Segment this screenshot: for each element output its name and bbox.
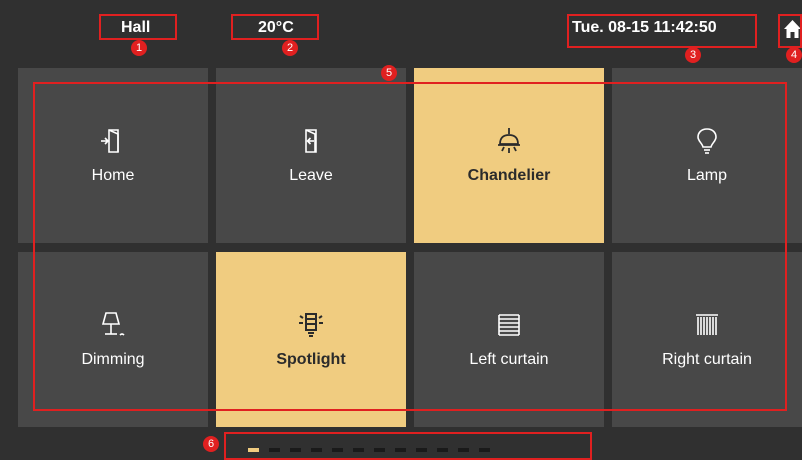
tile-label: Spotlight [276, 350, 346, 368]
annotation-number-3: 3 [685, 47, 701, 63]
tile-label: Chandelier [467, 166, 551, 184]
tile-label: Right curtain [662, 350, 752, 368]
spotlight-bulb-icon [296, 310, 326, 340]
date-time: Tue. 08-15 11:42:50 [572, 19, 717, 36]
temperature-readout: 20°C [258, 19, 294, 36]
annotation-number-1: 1 [131, 40, 147, 56]
annotation-number-4: 4 [786, 47, 802, 63]
chandelier-icon [494, 126, 524, 156]
enter-door-icon [98, 126, 128, 156]
tile-dimming[interactable]: Dimming [18, 252, 208, 427]
room-name: Hall [121, 19, 151, 36]
tile-label: Leave [289, 166, 333, 184]
page-dot[interactable] [416, 448, 427, 452]
page-dot[interactable] [269, 448, 280, 452]
bulb-icon [692, 126, 722, 156]
tile-chandelier[interactable]: Chandelier [414, 68, 604, 243]
tile-label: Lamp [686, 166, 728, 184]
tile-label: Home [91, 166, 135, 184]
tile-home[interactable]: Home [18, 68, 208, 243]
home-icon[interactable] [783, 18, 802, 40]
tile-lamp[interactable]: Lamp [612, 68, 802, 243]
page-dot[interactable] [248, 448, 259, 452]
page-dot[interactable] [374, 448, 385, 452]
annotation-number-5: 5 [381, 65, 397, 81]
page-dot[interactable] [395, 448, 406, 452]
page-dot[interactable] [458, 448, 469, 452]
table-lamp-icon [98, 310, 128, 340]
page-indicator [248, 448, 490, 452]
page-dot[interactable] [311, 448, 322, 452]
vertical-blinds-icon [692, 310, 722, 340]
scene-tile-grid: Home Leave Chandelier Lamp Dimming Spotl… [18, 68, 802, 448]
status-bar: Hall 20°C Tue. 08-15 11:42:50 [0, 0, 802, 52]
tile-right-curtain[interactable]: Right curtain [612, 252, 802, 427]
page-dot[interactable] [479, 448, 490, 452]
exit-door-icon [296, 126, 326, 156]
annotation-number-6: 6 [203, 436, 219, 452]
annotation-number-2: 2 [282, 40, 298, 56]
page-dot[interactable] [332, 448, 343, 452]
tile-leave[interactable]: Leave [216, 68, 406, 243]
tile-spotlight[interactable]: Spotlight [216, 252, 406, 427]
page-dot[interactable] [290, 448, 301, 452]
tile-left-curtain[interactable]: Left curtain [414, 252, 604, 427]
page-dot[interactable] [353, 448, 364, 452]
page-dot[interactable] [437, 448, 448, 452]
horizontal-blinds-icon [494, 310, 524, 340]
tile-label: Dimming [81, 350, 145, 368]
tile-label: Left curtain [469, 350, 549, 368]
control-panel-screen: Hall 20°C Tue. 08-15 11:42:50 Home Leave… [0, 0, 802, 460]
